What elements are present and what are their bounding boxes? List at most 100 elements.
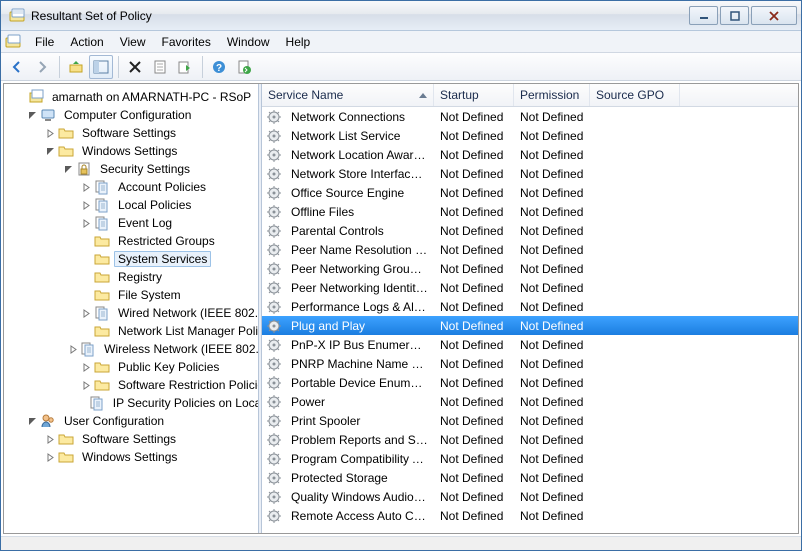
tree-item[interactable]: Software Restriction Policies xyxy=(4,376,258,394)
tree-item[interactable]: Public Key Policies xyxy=(4,358,258,376)
table-row[interactable]: PnP-X IP Bus EnumeratorNot DefinedNot De… xyxy=(262,335,798,354)
tree-item[interactable]: Local Policies xyxy=(4,196,258,214)
table-row[interactable]: Network Store Interface S...Not DefinedN… xyxy=(262,164,798,183)
menu-action[interactable]: Action xyxy=(62,33,111,51)
close-button[interactable] xyxy=(751,6,797,25)
tree-item[interactable]: Software Settings xyxy=(4,124,258,142)
menu-file[interactable]: File xyxy=(27,33,62,51)
expand-icon[interactable] xyxy=(44,451,56,463)
collapse-icon[interactable] xyxy=(44,145,56,157)
tree-item[interactable]: User Configuration xyxy=(4,412,258,430)
table-row[interactable]: Peer Networking GroupingNot DefinedNot D… xyxy=(262,259,798,278)
collapse-icon[interactable] xyxy=(26,415,38,427)
table-row[interactable]: Plug and PlayNot DefinedNot Defined xyxy=(262,316,798,335)
table-row[interactable]: Performance Logs & AlertsNot DefinedNot … xyxy=(262,297,798,316)
tree-item[interactable]: Software Settings xyxy=(4,430,258,448)
minimize-button[interactable] xyxy=(689,6,718,25)
expand-icon[interactable] xyxy=(68,343,78,355)
table-row[interactable]: Remote Access Auto Con...Not DefinedNot … xyxy=(262,506,798,525)
tree-item[interactable]: Event Log xyxy=(4,214,258,232)
delete-button[interactable] xyxy=(123,55,147,79)
tree-item[interactable]: Registry xyxy=(4,268,258,286)
table-row[interactable]: Network Location Awaren...Not DefinedNot… xyxy=(262,145,798,164)
cell-service-name: Performance Logs & Alerts xyxy=(285,300,434,314)
list-pane[interactable]: Service Name Startup Permission Source G… xyxy=(262,84,798,533)
folder-icon xyxy=(58,125,74,141)
table-row[interactable]: Print SpoolerNot DefinedNot Defined xyxy=(262,411,798,430)
tree-item[interactable]: Wireless Network (IEEE 802.11) Policies xyxy=(4,340,258,358)
title-bar: Resultant Set of Policy xyxy=(1,1,801,31)
cell-service-name: Quality Windows Audio V... xyxy=(285,490,434,504)
tree-item[interactable]: Windows Settings xyxy=(4,448,258,466)
cell-permission: Not Defined xyxy=(514,414,590,428)
tree-item[interactable]: Computer Configuration xyxy=(4,106,258,124)
tree-item-label: Software Settings xyxy=(78,125,180,141)
column-startup[interactable]: Startup xyxy=(434,84,514,106)
refresh-button[interactable] xyxy=(232,55,256,79)
table-row[interactable]: Peer Networking Identity ...Not DefinedN… xyxy=(262,278,798,297)
menu-help[interactable]: Help xyxy=(278,33,319,51)
properties-button[interactable] xyxy=(148,55,172,79)
column-service-name[interactable]: Service Name xyxy=(262,84,434,106)
gear-icon xyxy=(266,242,282,258)
table-row[interactable]: PNRP Machine Name Pu...Not DefinedNot De… xyxy=(262,354,798,373)
user-icon xyxy=(40,413,56,429)
tree-item[interactable]: Network List Manager Policies xyxy=(4,322,258,340)
table-row[interactable]: Network List ServiceNot DefinedNot Defin… xyxy=(262,126,798,145)
tree-item[interactable]: Wired Network (IEEE 802.3) Policies xyxy=(4,304,258,322)
expand-icon[interactable] xyxy=(44,127,56,139)
expand-icon[interactable] xyxy=(80,199,92,211)
column-permission[interactable]: Permission xyxy=(514,84,590,106)
back-button[interactable] xyxy=(5,55,29,79)
cell-startup: Not Defined xyxy=(434,452,514,466)
menu-view[interactable]: View xyxy=(112,33,154,51)
table-row[interactable]: Offline FilesNot DefinedNot Defined xyxy=(262,202,798,221)
tree-item[interactable]: System Services xyxy=(4,250,258,268)
cell-permission: Not Defined xyxy=(514,452,590,466)
collapse-icon[interactable] xyxy=(62,163,74,175)
tree-item-label: Local Policies xyxy=(114,197,195,213)
collapse-icon[interactable] xyxy=(26,109,38,121)
expand-icon[interactable] xyxy=(80,307,92,319)
table-row[interactable]: Protected StorageNot DefinedNot Defined xyxy=(262,468,798,487)
cell-service-name: Portable Device Enumerat... xyxy=(285,376,434,390)
list-header: Service Name Startup Permission Source G… xyxy=(262,84,798,107)
tree-item[interactable]: Windows Settings xyxy=(4,142,258,160)
menu-favorites[interactable]: Favorites xyxy=(154,33,219,51)
show-hide-tree-button[interactable] xyxy=(89,55,113,79)
tree-item[interactable]: File System xyxy=(4,286,258,304)
forward-button[interactable] xyxy=(30,55,54,79)
menu-window[interactable]: Window xyxy=(219,33,278,51)
list-body: Network ConnectionsNot DefinedNot Define… xyxy=(262,107,798,525)
export-button[interactable] xyxy=(173,55,197,79)
tree-item[interactable]: amarnath on AMARNATH-PC - RSoP xyxy=(4,88,258,106)
table-row[interactable]: Peer Name Resolution Pr...Not DefinedNot… xyxy=(262,240,798,259)
help-button[interactable]: ? xyxy=(207,55,231,79)
tree-item[interactable]: Security Settings xyxy=(4,160,258,178)
expand-icon[interactable] xyxy=(80,217,92,229)
table-row[interactable]: Problem Reports and Solu...Not DefinedNo… xyxy=(262,430,798,449)
table-row[interactable]: Network ConnectionsNot DefinedNot Define… xyxy=(262,107,798,126)
expand-icon[interactable] xyxy=(80,181,92,193)
cell-startup: Not Defined xyxy=(434,110,514,124)
expand-icon[interactable] xyxy=(80,379,92,391)
cell-service-name: PNRP Machine Name Pu... xyxy=(285,357,434,371)
tree-item[interactable]: IP Security Policies on Local Computer xyxy=(4,394,258,412)
table-row[interactable]: PowerNot DefinedNot Defined xyxy=(262,392,798,411)
folder-icon xyxy=(94,251,110,267)
table-row[interactable]: Program Compatibility As...Not DefinedNo… xyxy=(262,449,798,468)
tree-item[interactable]: Restricted Groups xyxy=(4,232,258,250)
tree-item[interactable]: Account Policies xyxy=(4,178,258,196)
toolbar-separator xyxy=(59,56,60,78)
maximize-button[interactable] xyxy=(720,6,749,25)
expand-icon[interactable] xyxy=(80,361,92,373)
table-row[interactable]: Office Source EngineNot DefinedNot Defin… xyxy=(262,183,798,202)
gear-icon xyxy=(266,394,282,410)
tree-pane[interactable]: amarnath on AMARNATH-PC - RSoPComputer C… xyxy=(4,84,258,533)
table-row[interactable]: Quality Windows Audio V...Not DefinedNot… xyxy=(262,487,798,506)
expand-icon[interactable] xyxy=(44,433,56,445)
column-source-gpo[interactable]: Source GPO xyxy=(590,84,680,106)
table-row[interactable]: Parental ControlsNot DefinedNot Defined xyxy=(262,221,798,240)
table-row[interactable]: Portable Device Enumerat...Not DefinedNo… xyxy=(262,373,798,392)
up-button[interactable] xyxy=(64,55,88,79)
